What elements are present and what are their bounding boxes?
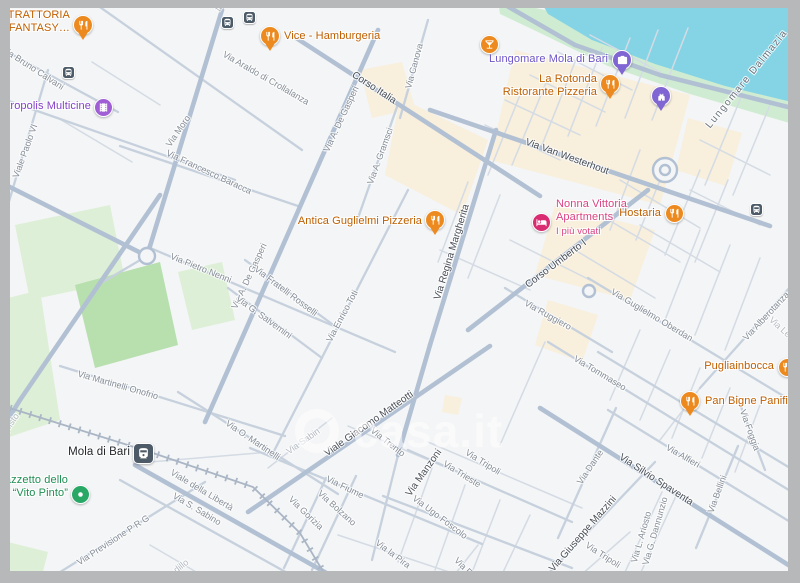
bar-icon — [484, 39, 495, 50]
mola-di-bari-station-label[interactable]: Mola di Bari — [68, 446, 130, 460]
dot-icon — [75, 489, 86, 500]
vice-hamburgeria-label[interactable]: Vice - Hamburgeria — [284, 30, 380, 44]
hotel-icon — [536, 217, 547, 228]
monument-icon — [656, 91, 667, 102]
roundabout — [583, 285, 595, 297]
lungomare-mola-di-bari-label-group[interactable]: Lungomare Mola di Bari — [489, 53, 608, 67]
antica-guglielmi-pizzeria-marker[interactable] — [425, 210, 445, 230]
mola-di-bari-station-label-group[interactable]: Mola di Bari — [68, 446, 130, 460]
hostaria-marker[interactable] — [665, 204, 684, 223]
bus-icon — [223, 18, 232, 27]
hostaria-label[interactable]: Hostaria — [619, 207, 661, 221]
bus-stop-icon[interactable] — [62, 66, 75, 79]
pan-bigne-panificio-label[interactable]: Pan Bigne Panificio — [705, 395, 800, 409]
pan-bigne-panificio-marker[interactable] — [680, 391, 700, 411]
nonna-vittoria-apartments-label-group[interactable]: Nonna VittoriaApartmentsI più votati — [556, 198, 627, 239]
nonna-vittoria-apartments-label[interactable]: Nonna Vittoria — [556, 198, 627, 212]
la-rotonda-ristorante-pizzeria-label[interactable]: Ristorante Pizzeria — [503, 86, 597, 100]
bus-stop-icon[interactable] — [750, 203, 763, 216]
map-canvas[interactable]: Via Bruno CalvanitaViale Paolo VIVia Mor… — [0, 0, 800, 583]
la-rotonda-ristorante-pizzeria-label[interactable]: La Rotonda — [503, 73, 597, 87]
cinema-icon — [98, 102, 109, 113]
bus-stop-icon[interactable] — [221, 16, 234, 29]
roundabout — [660, 165, 670, 175]
restaurant-icon — [265, 31, 276, 42]
nonna-vittoria-apartments-sub-label: I più votati — [556, 225, 627, 239]
pan-bigne-panificio-label-group[interactable]: Pan Bigne Panificio — [705, 395, 800, 409]
nonna-vittoria-apartments-marker[interactable] — [532, 213, 551, 232]
hostaria-label-group[interactable]: Hostaria — [619, 207, 661, 221]
antica-guglielmi-pizzeria-label[interactable]: Antica Guglielmi Pizzeria — [298, 215, 422, 229]
cocktail-bar-marker[interactable] — [480, 35, 499, 54]
mola-di-bari-station-marker[interactable] — [133, 443, 154, 464]
nonna-vittoria-apartments-label[interactable]: Apartments — [556, 211, 627, 225]
pugliainbocca-label-group[interactable]: Pugliainbocca — [704, 360, 774, 374]
palazzetto-dello-sport-vito-pinto-label[interactable]: Palazzetto dello — [0, 474, 68, 488]
restaurant-icon — [605, 79, 616, 90]
restaurant-icon — [782, 362, 793, 373]
train-icon — [137, 447, 150, 460]
bus-icon — [64, 68, 73, 77]
vice-hamburgeria-marker[interactable] — [260, 26, 280, 46]
antica-guglielmi-pizzeria-label-group[interactable]: Antica Guglielmi Pizzeria — [298, 215, 422, 229]
bus-icon — [245, 13, 254, 22]
restaurant-icon — [430, 215, 441, 226]
metropolis-multicine-label[interactable]: Metropolis Multicine — [0, 100, 91, 114]
bus-stop-icon[interactable] — [243, 11, 256, 24]
lungomare-mola-di-bari-label[interactable]: Lungomare Mola di Bari — [489, 53, 608, 67]
metropolis-multicine-label-group[interactable]: Metropolis Multicine — [0, 100, 91, 114]
restaurant-icon — [78, 20, 89, 31]
trattoria-fantasy-label[interactable]: RIA FANTASY… — [0, 22, 70, 36]
camera-icon — [617, 55, 628, 66]
la-rotonda-ristorante-pizzeria-label-group[interactable]: La RotondaRistorante Pizzeria — [503, 73, 597, 100]
bus-icon — [752, 205, 761, 214]
restaurant-icon — [685, 396, 696, 407]
vice-hamburgeria-label-group[interactable]: Vice - Hamburgeria — [284, 30, 380, 44]
lungomare-mola-di-bari-marker[interactable] — [612, 50, 632, 70]
trattoria-fantasy-label[interactable]: TRATTORIA — [0, 9, 70, 23]
restaurant-icon — [669, 208, 680, 219]
trattoria-fantasy-marker[interactable] — [73, 15, 93, 35]
palazzetto-dello-sport-vito-pinto-marker[interactable] — [71, 485, 90, 504]
metropolis-multicine-marker[interactable] — [94, 98, 113, 117]
pugliainbocca-label[interactable]: Pugliainbocca — [704, 360, 774, 374]
palazzetto-dello-sport-vito-pinto-label-group[interactable]: Palazzetto delloort “Vito Pinto” — [0, 474, 68, 501]
la-rotonda-ristorante-pizzeria-marker[interactable] — [600, 74, 620, 94]
pugliainbocca-marker[interactable] — [778, 358, 797, 377]
palazzetto-dello-sport-vito-pinto-label[interactable]: ort “Vito Pinto” — [0, 487, 68, 501]
roundabout — [139, 248, 155, 264]
monument-marker[interactable] — [651, 86, 671, 106]
trattoria-fantasy-label-group[interactable]: TRATTORIARIA FANTASY… — [0, 9, 70, 36]
